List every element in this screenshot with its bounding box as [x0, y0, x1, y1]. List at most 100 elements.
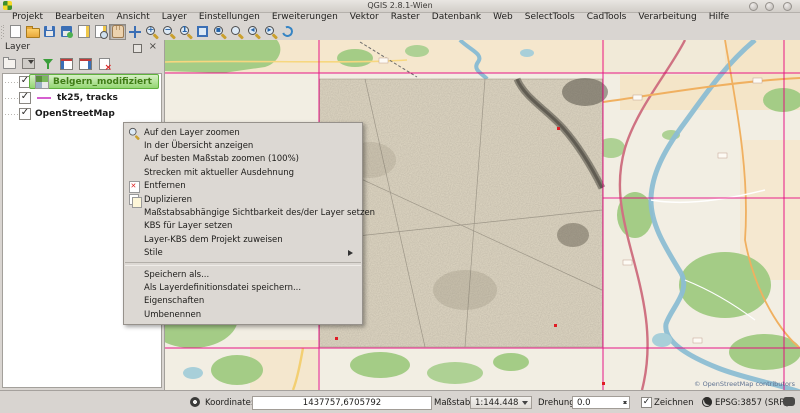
close-button[interactable] [783, 2, 792, 11]
menu-hilfe[interactable]: Hilfe [703, 12, 735, 23]
zoom-in-icon: + [145, 25, 159, 39]
menu-layer[interactable]: Layer [156, 12, 193, 23]
zoom-in-button[interactable]: + [143, 24, 160, 40]
zoom-last-button[interactable]: ◂ [245, 24, 262, 40]
new-composer-button[interactable] [75, 24, 92, 40]
maximize-button[interactable] [765, 2, 774, 11]
menu-stretch-current-extent[interactable]: Strecken mit aktueller Ausdehnung [124, 166, 362, 179]
layer-item-belgern[interactable]: Belgern_modifiziert [3, 74, 161, 90]
menu-ansicht[interactable]: Ansicht [111, 12, 156, 23]
zoom-native-icon: 1 [179, 25, 193, 39]
coordinate-label: Koordinate: [205, 398, 254, 408]
open-project-button[interactable] [24, 24, 41, 40]
layer-checkbox[interactable] [19, 92, 31, 104]
menu-erweiterungen[interactable]: Erweiterungen [266, 12, 344, 23]
save-project-button[interactable] [41, 24, 58, 40]
menu-properties[interactable]: Eigenschaften [124, 295, 362, 308]
chevron-down-icon [522, 401, 528, 408]
menu-scale-visibility[interactable]: Maßstabsabhängige Sichtbarkeit des/der L… [124, 206, 362, 219]
menu-projekt[interactable]: Projekt [6, 12, 49, 23]
menu-cadtools[interactable]: CadTools [581, 12, 633, 23]
menu-einstellungen[interactable]: Einstellungen [193, 12, 266, 23]
layer-context-menu: Auf den Layer zoomen In der Übersicht an… [123, 122, 363, 325]
layer-item-openstreetmap[interactable]: OpenStreetMap [3, 106, 161, 122]
remove-layer-button[interactable] [97, 57, 112, 71]
zoom-full-icon [197, 26, 208, 37]
raster-layer-icon [35, 75, 49, 89]
menu-save-layer-definition[interactable]: Als Layerdefinitionsdatei speichern... [124, 281, 362, 294]
menu-show-in-overview[interactable]: In der Übersicht anzeigen [124, 139, 362, 152]
refresh-icon [280, 24, 295, 39]
filter-legend-button[interactable] [40, 57, 55, 71]
window-title: QGIS 2.8.1-Wien [0, 1, 800, 10]
tree-branch-line [5, 114, 19, 115]
minimize-button[interactable] [749, 2, 758, 11]
menubar: Projekt Bearbeiten Ansicht Layer Einstel… [0, 12, 800, 23]
crs-status-label[interactable]: EPSG:3857 (SRP) [715, 398, 788, 408]
new-project-button[interactable] [7, 24, 24, 40]
dock-float-icon[interactable] [133, 44, 142, 53]
menu-duplicate[interactable]: Duplizieren [124, 193, 362, 206]
scale-combobox[interactable]: 1:144.448 [470, 396, 532, 409]
render-checkbox[interactable]: ✓ [641, 397, 652, 408]
refresh-map-button[interactable] [279, 24, 296, 40]
rotation-spinbox[interactable]: 0.0 [572, 396, 630, 409]
scale-label: Maßstab [434, 398, 470, 408]
pan-map-button[interactable] [109, 24, 126, 40]
layer-label[interactable]: Belgern_modifiziert [53, 77, 152, 87]
menu-verarbeitung[interactable]: Verarbeitung [632, 12, 702, 23]
zoom-to-selection-button[interactable]: ▪ [211, 24, 228, 40]
menu-set-project-crs[interactable]: Layer-KBS dem Projekt zuweisen [124, 233, 362, 246]
add-group-icon [3, 59, 16, 69]
new-composer-icon [78, 25, 90, 38]
menu-bearbeiten[interactable]: Bearbeiten [49, 12, 110, 23]
menu-rename[interactable]: Umbenennen [124, 308, 362, 321]
pan-hand-icon [112, 25, 124, 38]
coordinate-capture-icon[interactable] [190, 397, 200, 407]
menu-zoom-to-layer[interactable]: Auf den Layer zoomen [124, 126, 362, 139]
rotation-value: 0.0 [577, 398, 591, 408]
save-project-as-button[interactable] [58, 24, 75, 40]
layers-panel-toolbar [2, 56, 112, 71]
zoom-to-selection-icon: ▪ [213, 25, 227, 39]
menu-raster[interactable]: Raster [385, 12, 426, 23]
menu-vektor[interactable]: Vektor [344, 12, 385, 23]
remove-layer-icon [99, 58, 110, 70]
toolbar-grip[interactable] [1, 25, 5, 39]
coordinate-input[interactable] [252, 396, 432, 410]
crs-icon[interactable] [702, 397, 712, 407]
layer-item-tk25[interactable]: tk25, tracks [3, 90, 161, 106]
save-project-as-icon [61, 26, 72, 37]
main-area: Layer × Belgern_modifiziert [0, 40, 800, 390]
menu-zoom-best-scale[interactable]: Auf besten Maßstab zoomen (100%) [124, 153, 362, 166]
menu-web[interactable]: Web [487, 12, 519, 23]
zoom-to-layer-icon [230, 25, 244, 39]
dock-close-icon[interactable]: × [149, 41, 157, 52]
menu-selecttools[interactable]: SelectTools [519, 12, 581, 23]
tree-branch-line [5, 98, 19, 99]
zoom-native-button[interactable]: 1 [177, 24, 194, 40]
zoom-next-button[interactable]: ▸ [262, 24, 279, 40]
add-group-button[interactable] [2, 57, 17, 71]
layer-label[interactable]: tk25, tracks [57, 93, 118, 103]
manage-layer-visibility-button[interactable] [21, 57, 36, 71]
filter-funnel-icon [42, 58, 54, 70]
new-project-icon [10, 25, 21, 38]
layers-panel-title: Layer [5, 42, 30, 52]
spin-down-icon[interactable] [623, 401, 627, 406]
menu-save-as[interactable]: Speichern als... [124, 268, 362, 281]
composer-manager-button[interactable] [92, 24, 109, 40]
menu-remove[interactable]: Entfernen [124, 180, 362, 193]
messages-bubble-icon[interactable] [783, 397, 795, 406]
menu-set-layer-crs[interactable]: KBS für Layer setzen [124, 220, 362, 233]
zoom-out-button[interactable]: − [160, 24, 177, 40]
zoom-full-button[interactable] [194, 24, 211, 40]
zoom-to-layer-button[interactable] [228, 24, 245, 40]
menu-styles[interactable]: Stile [124, 247, 362, 260]
pan-to-selection-button[interactable] [126, 24, 143, 40]
layer-checkbox[interactable] [19, 108, 31, 120]
menu-datenbank[interactable]: Datenbank [426, 12, 487, 23]
layer-label[interactable]: OpenStreetMap [35, 109, 115, 119]
collapse-all-button[interactable] [78, 57, 93, 71]
expand-all-button[interactable] [59, 57, 74, 71]
